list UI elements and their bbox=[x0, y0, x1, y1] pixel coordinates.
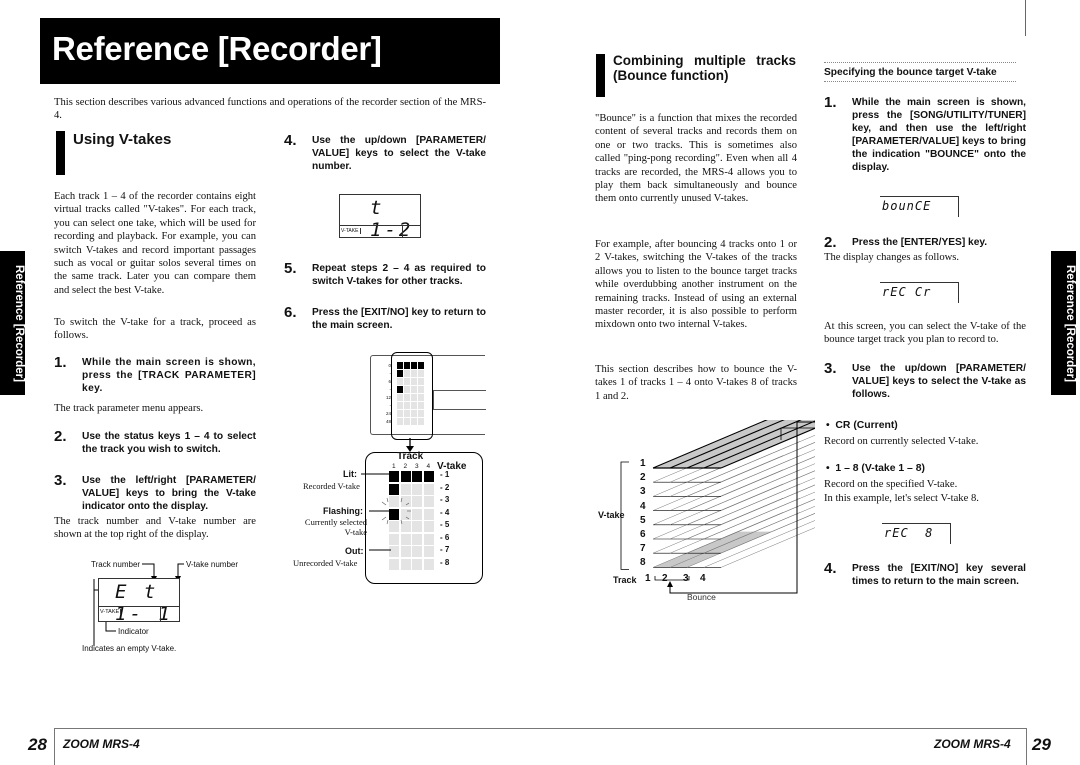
section-title-bounce: Combining multiple tracks (Bounce functi… bbox=[613, 53, 796, 83]
footer-brand-right: ZOOM MRS-4 bbox=[934, 737, 1011, 751]
step-1-note: The track parameter menu appears. bbox=[54, 403, 204, 414]
bounce-vtake-number: 2 bbox=[640, 472, 646, 484]
lcd-display-vtake-2: t 1-2 V-TAKE bbox=[339, 194, 421, 241]
section-bar bbox=[596, 54, 605, 97]
bounce-vtake-number: 6 bbox=[640, 529, 646, 540]
bounce-step-1: 1. While the main screen is shown, press… bbox=[824, 94, 1026, 173]
step-5: 5. Repeat steps 2 – 4 as required to swi… bbox=[284, 260, 486, 287]
bullet-icon: • bbox=[826, 463, 836, 474]
bounce-step-4: 4. Press the [EXIT/NO] key several times… bbox=[824, 560, 1026, 587]
intro-text: This section describes various advanced … bbox=[54, 97, 486, 122]
lcd-text: bounCE bbox=[882, 199, 932, 213]
subsection-title: Specifying the bounce target V-take bbox=[824, 67, 997, 78]
bounce-paragraph-3: This section describes how to bounce the… bbox=[595, 364, 797, 402]
footer-brand-left: ZOOM MRS-4 bbox=[63, 737, 140, 751]
footer-divider-left bbox=[54, 728, 55, 765]
footer-divider-right bbox=[1026, 728, 1027, 765]
bounce-diagram: 12345678 V-take Track 1234 Bounce bbox=[595, 420, 815, 610]
step-3: 3. Use the left/right [PARAMETER/ VALUE]… bbox=[54, 472, 256, 512]
lcd-display-vtake: E t 1- 1 V-TAKE bbox=[98, 578, 180, 625]
bounce-step-3: 3. Use the up/down [PARAMETER/ VALUE] ke… bbox=[824, 360, 1026, 400]
annotation-lines bbox=[361, 473, 411, 551]
lcd-text: rEC 8 bbox=[884, 526, 934, 540]
vtake-meter-diagram: 0-6-12-24 48 Track V-take 1234 - 1- 2- 3-… bbox=[285, 350, 486, 585]
page-title: Reference [Recorder] bbox=[52, 30, 382, 67]
step-2-note: The display changes as follows. bbox=[824, 252, 960, 263]
bullet-cr: • CR (Current) bbox=[826, 420, 898, 431]
vtake-indicator: V-TAKE bbox=[100, 609, 122, 615]
callout-indicator: Indicator bbox=[118, 627, 149, 636]
dotted-rule-top bbox=[824, 62, 1016, 63]
callout-empty-vtake: Indicates an empty V-take. bbox=[82, 644, 177, 653]
step-2-note-2: At this screen, you can select the V-tak… bbox=[824, 321, 1026, 346]
vtakes-paragraph: Each track 1 – 4 of the recorder contain… bbox=[54, 191, 256, 296]
bounce-vtake-number: 4 bbox=[640, 500, 646, 512]
lcd-text: rEC Cr bbox=[882, 285, 932, 299]
bounce-vtake-number: 5 bbox=[640, 514, 646, 526]
bounce-vtake-number: 7 bbox=[640, 543, 646, 555]
vtake-indicator: V-TAKE bbox=[341, 228, 362, 234]
bounce-track-number: 2 bbox=[662, 573, 668, 584]
step-3-note: The track number and V-take number are s… bbox=[54, 516, 256, 541]
bounce-track-number: 4 bbox=[700, 573, 706, 584]
dotted-rule-bottom bbox=[824, 81, 1016, 82]
page-number-right: 29 bbox=[1032, 735, 1051, 754]
example-note: In this example, let's select V-take 8. bbox=[824, 493, 979, 504]
step-6: 6. Press the [EXIT/NO] key to return to … bbox=[284, 304, 486, 331]
bounce-paragraph-2: For example, after bouncing 4 tracks ont… bbox=[595, 239, 797, 331]
bullet-1-8: • 1 – 8 (V-take 1 – 8) bbox=[826, 463, 925, 474]
side-tab-left: Reference [Recorder] bbox=[0, 251, 25, 395]
section-bar bbox=[56, 131, 65, 175]
bounce-paragraph-1: "Bounce" is a function that mixes the re… bbox=[595, 113, 797, 205]
bounce-vtake-number: 1 bbox=[640, 458, 646, 469]
section-title-vtakes: Using V-takes bbox=[73, 131, 172, 148]
lcd-rec-8: rEC 8 bbox=[882, 523, 951, 544]
lcd-bounce: bounCE bbox=[880, 196, 959, 217]
lcd-rec-cr: rEC Cr bbox=[880, 282, 959, 303]
bullet-1-8-desc: Record on the specified V-take. bbox=[824, 479, 958, 490]
bounce-track-number: 1 bbox=[645, 573, 651, 584]
vtake-layer-1-fill bbox=[653, 420, 815, 468]
step-4: 4. Use the up/down [PARAMETER/ VALUE] ke… bbox=[284, 132, 486, 172]
bounce-vtake-number: 3 bbox=[640, 486, 646, 498]
bounce-track-label: Track bbox=[613, 575, 637, 585]
footer-rule bbox=[54, 728, 1026, 729]
bullet-icon: • bbox=[826, 420, 836, 431]
step-1: 1. While the main screen is shown, press… bbox=[54, 354, 256, 394]
bounce-vtake-number: 8 bbox=[640, 557, 646, 569]
page-title-banner: Reference [Recorder] bbox=[40, 18, 500, 84]
bounce-label: Bounce bbox=[687, 592, 716, 602]
vtakes-paragraph-2: To switch the V-take for a track, procee… bbox=[54, 317, 256, 342]
page-number-left: 28 bbox=[28, 735, 47, 754]
step-2: 2. Use the status keys 1 – 4 to select t… bbox=[54, 428, 256, 455]
side-tab-right: Reference [Recorder] bbox=[1051, 251, 1076, 395]
bullet-cr-desc: Record on currently selected V-take. bbox=[824, 436, 979, 447]
top-rule bbox=[1025, 0, 1026, 36]
bounce-vtake-label: V-take bbox=[598, 510, 625, 520]
bounce-track-number: 3 bbox=[683, 573, 689, 584]
vtake-display-diagram: Track number V-take number E t 1- 1 V-TA… bbox=[82, 558, 282, 658]
bounce-step-2: 2. Press the [ENTER/YES] key. bbox=[824, 234, 988, 251]
